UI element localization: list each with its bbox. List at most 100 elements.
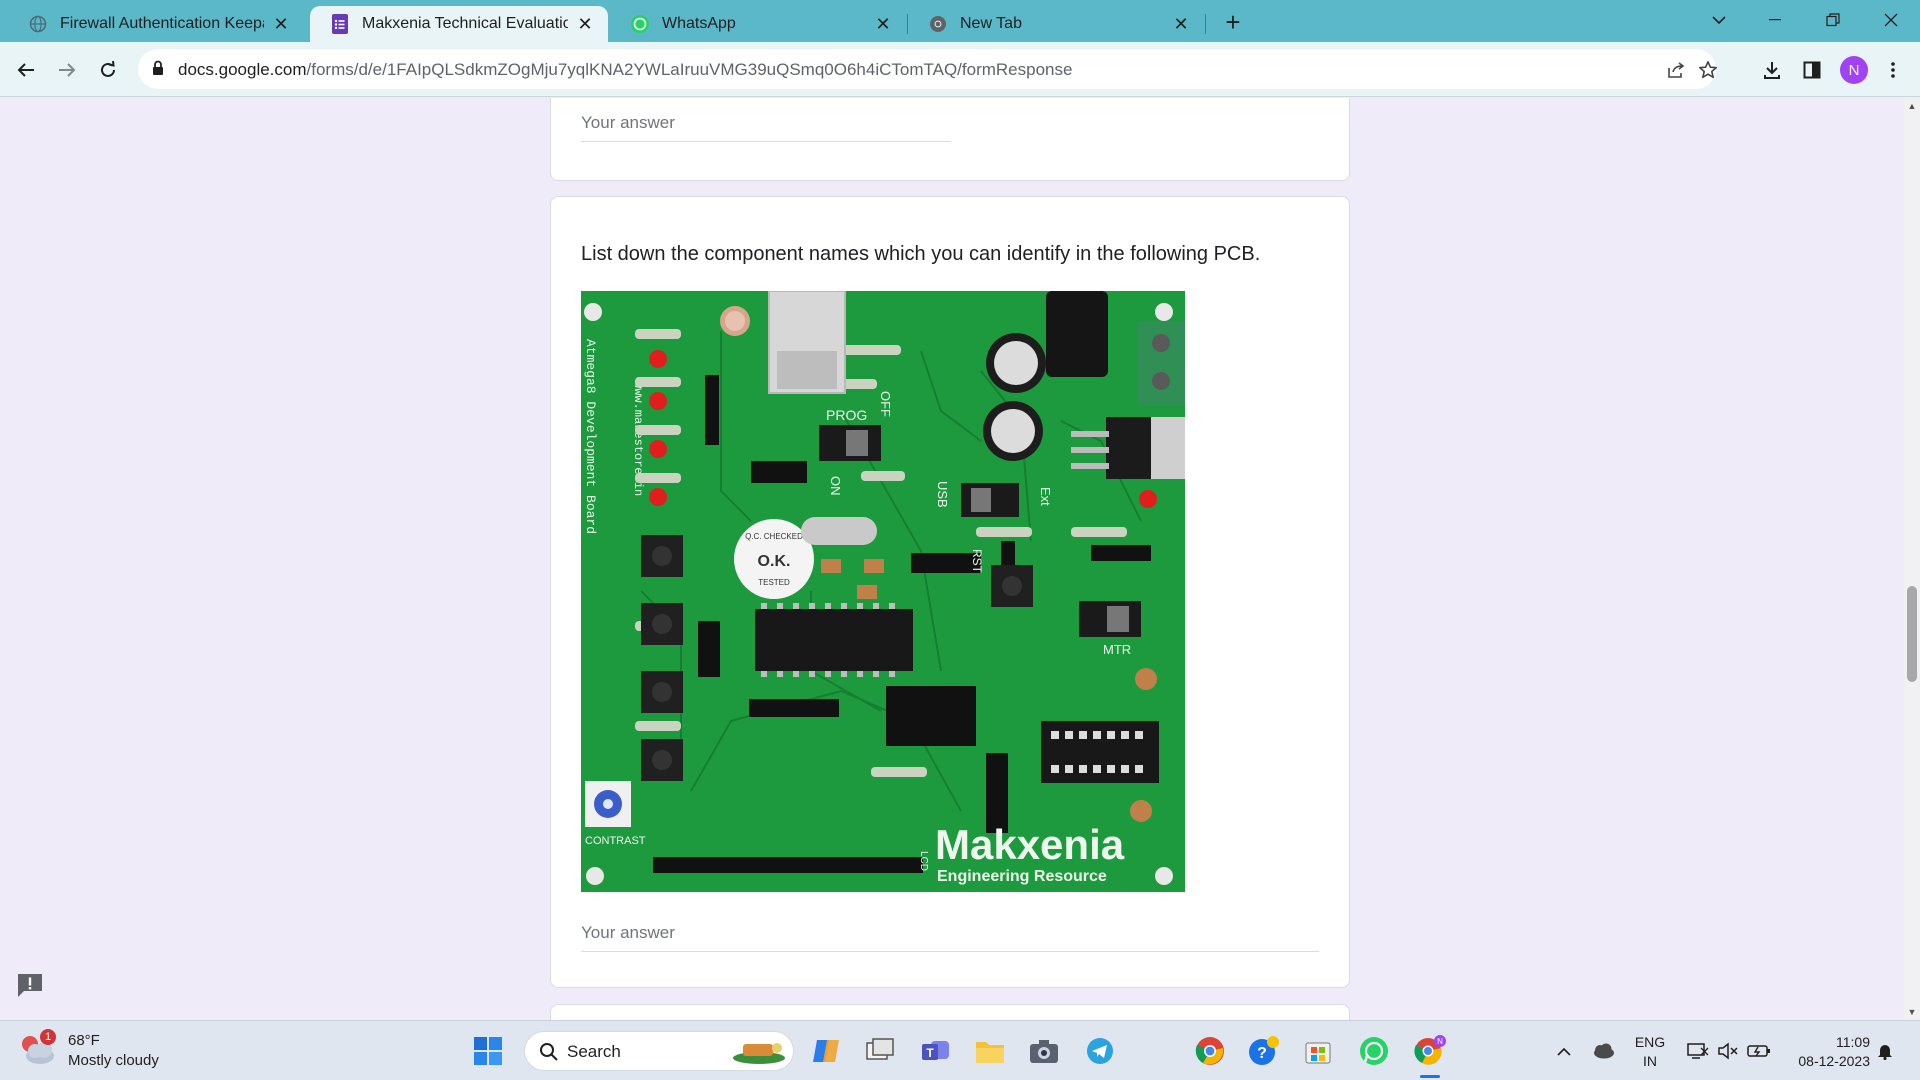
chrome-taskbar-icon[interactable]: [1192, 1033, 1228, 1069]
bookmark-star-icon[interactable]: [1696, 58, 1720, 82]
download-icon[interactable]: [1758, 56, 1786, 84]
file-explorer-icon[interactable]: [972, 1033, 1008, 1069]
copilot-icon[interactable]: [808, 1033, 844, 1069]
lang-region: IN: [1643, 1053, 1657, 1069]
page-scrollbar[interactable]: ▲ ▼: [1904, 98, 1920, 1020]
pcb-image: Atmega8 Development Board www.makestore.…: [581, 291, 1185, 892]
weather-badge: 1: [40, 1029, 56, 1045]
question-card-pcb: List down the component names which you …: [550, 196, 1350, 988]
tab-new-tab[interactable]: New Tab ✕: [908, 6, 1204, 42]
pcb-off-label: OFF: [878, 391, 893, 417]
profile-avatar[interactable]: N: [1840, 56, 1868, 84]
restore-button[interactable]: [1810, 4, 1856, 36]
svg-text:?: ?: [1257, 1045, 1267, 1062]
pcb-contrast-label: CONTRAST: [585, 835, 646, 847]
scroll-up-arrow-icon[interactable]: ▲: [1904, 98, 1920, 114]
browser-toolbar: docs.google.com/forms/d/e/1FAIpQLSdkmZOg…: [0, 42, 1920, 97]
search-highlight-icon: [733, 1043, 785, 1064]
notification-bell-icon[interactable]: [1872, 1021, 1898, 1080]
pcb-side-text: Atmega8 Development Board: [583, 339, 598, 534]
task-view-icon[interactable]: [862, 1033, 898, 1069]
side-panel-icon[interactable]: [1798, 56, 1826, 84]
tab-whatsapp[interactable]: WhatsApp ✕: [610, 6, 906, 42]
feedback-icon[interactable]: [16, 972, 44, 998]
pcb-brand: Makxenia: [935, 821, 1125, 868]
answer-underline: [581, 951, 1319, 952]
tab-separator: [1205, 14, 1206, 34]
weather-temp: 68°F: [68, 1032, 100, 1049]
search-icon: [540, 1043, 558, 1061]
pcb-on-label: ON: [828, 476, 843, 496]
tab-firewall-auth[interactable]: Firewall Authentication Keepalive ✕: [8, 6, 304, 42]
taskbar-search[interactable]: Search: [524, 1031, 794, 1071]
teams-icon[interactable]: T: [918, 1033, 954, 1069]
svg-text:T: T: [926, 1046, 934, 1060]
whatsapp-icon: [630, 14, 650, 34]
answer-underline: [581, 141, 951, 142]
pcb-usb-label: USB: [935, 481, 950, 508]
svg-text:N: N: [1437, 1037, 1443, 1046]
scroll-down-arrow-icon[interactable]: ▼: [1904, 1004, 1920, 1020]
active-app-indicator: [1420, 1075, 1440, 1078]
lock-icon[interactable]: [152, 60, 164, 81]
pcb-qc-bot: TESTED: [758, 578, 790, 587]
google-forms-icon: [330, 14, 350, 34]
tab-title: New Tab: [960, 15, 1022, 32]
new-tab-button[interactable]: +: [1218, 7, 1248, 37]
back-button[interactable]: [10, 54, 42, 86]
answer-input-previous[interactable]: Your answer: [581, 113, 675, 133]
tab-makxenia-form[interactable]: Makxenia Technical Evaluation Test ✕: [310, 6, 608, 42]
tab-title: Firewall Authentication Keepalive: [60, 15, 264, 32]
battery-charging-icon[interactable]: [1744, 1021, 1774, 1080]
form-page: Your answer List down the component name…: [0, 98, 1904, 1020]
scrollbar-thumb[interactable]: [1907, 586, 1917, 682]
pcb-rst-label: RST: [970, 549, 984, 574]
close-icon[interactable]: ✕: [574, 13, 596, 35]
language-indicator[interactable]: ENG IN: [1630, 1033, 1670, 1071]
show-hidden-icons-chevron-icon[interactable]: [1552, 1021, 1576, 1080]
weather-desc: Mostly cloudy: [68, 1052, 159, 1069]
pcb-ext-label: Ext: [1038, 487, 1053, 506]
share-icon[interactable]: [1664, 58, 1688, 82]
close-icon[interactable]: ✕: [270, 13, 292, 35]
network-icon[interactable]: [1684, 1021, 1712, 1080]
url-text[interactable]: docs.google.com/forms/d/e/1FAIpQLSdkmZOg…: [178, 60, 1072, 80]
pcb-qc-mid: O.K.: [758, 553, 791, 570]
pcb-prog-label: PROG: [826, 407, 867, 423]
whatsapp-taskbar-icon[interactable]: [1356, 1033, 1392, 1069]
url-host: docs.google.com: [178, 60, 307, 79]
windows-start-icon[interactable]: [470, 1033, 506, 1069]
tab-title: Makxenia Technical Evaluation Test: [362, 15, 568, 32]
question-title: List down the component names which you …: [581, 243, 1261, 265]
camera-icon[interactable]: [1026, 1033, 1062, 1069]
clock-time: 11:09: [1836, 1034, 1870, 1050]
tab-search-chevron-icon[interactable]: [1696, 4, 1742, 36]
pcb-mtr-label: MTR: [1103, 642, 1131, 657]
question-card-next: [550, 1004, 1350, 1020]
forward-button[interactable]: [51, 54, 83, 86]
onedrive-cloud-icon[interactable]: [1588, 1021, 1618, 1080]
menu-kebab-icon[interactable]: [1879, 56, 1907, 84]
lang-code: ENG: [1634, 1034, 1666, 1050]
url-path: /forms/d/e/1FAIpQLSdkmZOgMju7yqlKNA2YWLa…: [306, 60, 1073, 79]
minimize-button[interactable]: [1752, 4, 1798, 36]
address-bar[interactable]: docs.google.com/forms/d/e/1FAIpQLSdkmZOg…: [138, 49, 1717, 89]
windows-taskbar: 68°F Mostly cloudy 1 Search T ? N ENG IN…: [0, 1020, 1920, 1080]
search-label: Search: [567, 1042, 621, 1061]
telegram-icon[interactable]: [1082, 1033, 1118, 1069]
get-help-icon[interactable]: ?: [1246, 1033, 1282, 1069]
close-icon[interactable]: ✕: [872, 13, 894, 35]
answer-input-pcb[interactable]: Your answer: [581, 923, 675, 943]
system-clock[interactable]: 11:09 08-12-2023: [1780, 1033, 1870, 1071]
tab-strip: Firewall Authentication Keepalive ✕ Makx…: [0, 0, 1920, 42]
volume-muted-icon[interactable]: [1714, 1021, 1742, 1080]
globe-icon: [28, 14, 48, 34]
reload-button[interactable]: [92, 54, 124, 86]
close-icon[interactable]: ✕: [1170, 13, 1192, 35]
chrome-profile-taskbar-icon[interactable]: N: [1412, 1033, 1448, 1069]
microsoft-store-icon[interactable]: [1300, 1033, 1336, 1069]
pcb-lcd-label: LCD: [918, 851, 929, 871]
question-card-previous: Your answer: [550, 98, 1350, 181]
close-window-button[interactable]: [1868, 4, 1914, 36]
tab-title: WhatsApp: [662, 15, 736, 32]
